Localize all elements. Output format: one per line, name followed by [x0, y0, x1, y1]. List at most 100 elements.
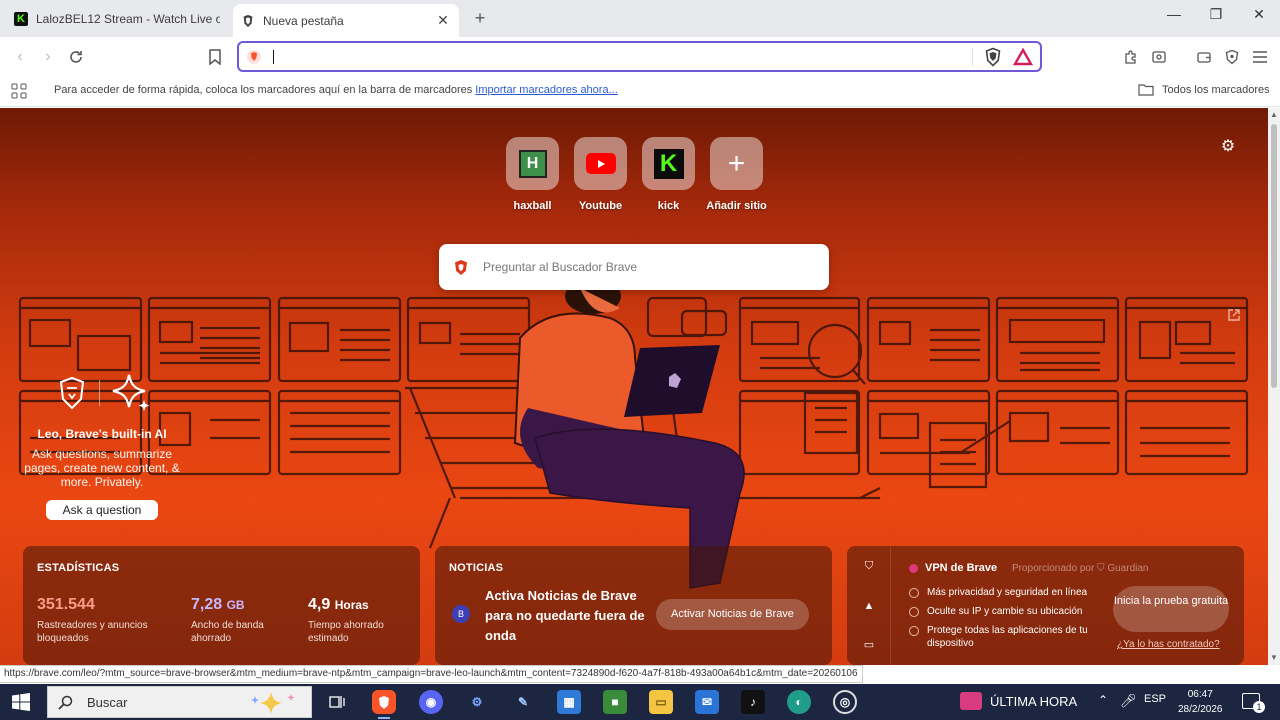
notification-center-icon[interactable]: 1	[1242, 693, 1265, 713]
discord-icon[interactable]: ◉	[419, 690, 443, 714]
app-icon[interactable]: ✎	[511, 690, 535, 714]
divider	[972, 48, 973, 66]
haxball-icon: H	[518, 149, 547, 178]
language-indicator[interactable]: ESP	[1144, 693, 1166, 705]
news-card: NOTICIAS B Activa Noticias de Brave para…	[435, 546, 832, 665]
brave-taskbar-icon[interactable]	[372, 690, 396, 719]
apps-grid-icon[interactable]	[11, 83, 27, 99]
notification-count: 1	[1253, 701, 1265, 713]
brave-lion-icon	[59, 376, 85, 410]
page-scrollbar[interactable]: ▲ ▼	[1268, 108, 1280, 665]
all-bookmarks-button[interactable]: Todos los marcadores	[1138, 83, 1270, 96]
brave-shield-icon	[243, 14, 253, 27]
brave-search-box[interactable]: Preguntar al Buscador Brave	[439, 244, 829, 290]
vpn-button[interactable]	[1220, 45, 1244, 69]
forward-button[interactable]: ›	[36, 45, 60, 69]
brave-shields-icon[interactable]	[983, 47, 1003, 67]
top-sites: H haxball Youtube K kick + Añadir sitio	[505, 137, 767, 212]
youtube-icon	[585, 153, 616, 174]
top-site-haxball[interactable]: H haxball	[505, 137, 560, 212]
stats-card: ESTADÍSTICAS 351.544 Rastreadores y anun…	[23, 546, 420, 665]
top-site-youtube[interactable]: Youtube	[573, 137, 628, 212]
news-widget[interactable]: ÚLTIMA HORA	[960, 692, 1077, 710]
top-site-kick[interactable]: K kick	[641, 137, 696, 212]
vpn-already-subscribed-link[interactable]: ¿Ya lo has contratado?	[1117, 639, 1220, 650]
tab-strip: K LalozBEL12 Stream - Watch Live on Kick…	[0, 0, 1280, 37]
minimize-button[interactable]: —	[1162, 6, 1186, 22]
rewards-widget-icon[interactable]: ▲	[862, 600, 876, 614]
close-tab-icon[interactable]: ✕	[435, 12, 451, 29]
top-site-label: Youtube	[578, 200, 623, 212]
task-view-icon[interactable]	[325, 690, 349, 714]
microphone-icon[interactable]: 🎤︎	[1120, 693, 1137, 709]
new-tab-button[interactable]: +	[470, 8, 490, 29]
top-site-tile	[574, 137, 627, 190]
store-icon[interactable]: ▦	[557, 690, 581, 714]
outlook-icon[interactable]: ✉	[695, 690, 719, 714]
external-link-icon[interactable]	[1227, 308, 1241, 322]
stat-value: 4,9 Horas	[308, 596, 369, 613]
scroll-down-icon[interactable]: ▼	[1270, 653, 1278, 662]
news-header: NOTICIAS	[449, 562, 504, 574]
check-icon	[909, 626, 919, 636]
leo-title: Leo, Brave's built-in AI	[37, 427, 167, 441]
extensions-button[interactable]	[1119, 45, 1143, 69]
menu-button[interactable]	[1248, 45, 1272, 69]
activate-news-button[interactable]: Activar Noticias de Brave	[656, 599, 809, 630]
clock-date: 28/2/2026	[1178, 704, 1223, 715]
vpn-card: ⛉ ▲ ▭ VPN de Brave Proporcionado por ⛉ G…	[847, 546, 1244, 665]
all-bookmarks-label: Todos los marcadores	[1162, 83, 1270, 96]
tab-new-tab[interactable]: Nueva pestaña ✕	[233, 4, 459, 37]
sidebar-search-button[interactable]	[1147, 45, 1171, 69]
bookmarks-bar: Para acceder de forma rápida, coloca los…	[0, 77, 1280, 107]
edge-icon[interactable]: ◐	[787, 690, 811, 714]
tiktok-icon[interactable]: ♪	[741, 690, 765, 714]
windows-start-icon[interactable]	[12, 693, 30, 711]
plus-icon: +	[727, 146, 746, 180]
toolbar: ‹ ›	[0, 37, 1280, 77]
steam-icon[interactable]: ◎	[833, 690, 857, 714]
scroll-up-icon[interactable]: ▲	[1270, 110, 1278, 119]
file-explorer-icon[interactable]: ▭	[649, 690, 673, 714]
settings-app-icon[interactable]: ⚙	[465, 690, 489, 714]
taskbar-search[interactable]: Buscar	[47, 686, 312, 718]
vpn-widget-icon[interactable]: ⛉	[862, 560, 876, 574]
tab-kick-stream[interactable]: K LalozBEL12 Stream - Watch Live on Kick	[6, 4, 228, 33]
ask-question-button[interactable]: Ask a question	[45, 500, 159, 520]
taskbar-search-label: Buscar	[87, 694, 128, 710]
back-button[interactable]: ‹	[8, 45, 32, 69]
vpn-feature: Protege todas las aplicaciones de tu dis…	[909, 624, 1109, 650]
settings-gear-icon[interactable]: ⚙	[1219, 136, 1237, 155]
close-window-button[interactable]: ✕	[1247, 6, 1271, 23]
vpn-features: Más privacidad y seguridad en línea Ocul…	[909, 586, 1109, 656]
new-tab-page: ⚙ H haxball Youtube K kick + Añadir siti…	[0, 108, 1268, 665]
reload-button[interactable]	[64, 45, 88, 69]
talk-widget-icon[interactable]: ▭	[862, 638, 876, 652]
tab-search-icon	[1152, 51, 1166, 63]
vpn-feature: Más privacidad y seguridad en línea	[909, 586, 1109, 599]
address-input[interactable]	[275, 47, 965, 67]
import-bookmarks-link[interactable]: Importar marcadores ahora...	[475, 84, 617, 96]
minecraft-icon[interactable]: ■	[603, 690, 627, 714]
scrollbar-thumb[interactable]	[1271, 124, 1277, 388]
kick-icon: K	[653, 148, 684, 179]
clock[interactable]: 06:47 28/2/2026	[1178, 687, 1223, 717]
puzzle-icon	[1125, 50, 1136, 64]
restore-button[interactable]: ❐	[1204, 6, 1228, 23]
stat-trackers: 351.544 Rastreadores y anuncios bloquead…	[37, 596, 167, 645]
reload-icon	[70, 51, 82, 63]
wallet-button[interactable]	[1192, 45, 1216, 69]
bookmark-button[interactable]	[203, 45, 227, 69]
vpn-trial-button[interactable]: Inicia la prueba gratuita	[1113, 586, 1229, 632]
search-icon	[58, 695, 73, 710]
search-placeholder: Preguntar al Buscador Brave	[483, 260, 638, 274]
address-bar[interactable]	[237, 41, 1042, 72]
stat-time: 4,9 Horas Tiempo ahorrado estimado	[308, 596, 408, 645]
add-site-button[interactable]: + Añadir sitio	[706, 137, 767, 212]
windows-taskbar: Buscar ◉ ⚙ ✎ ▦ ■ ▭ ✉ ♪ ◐ ◎ ÚLTIMA HORA ⌃…	[0, 684, 1280, 720]
kick-icon: K	[14, 11, 28, 26]
hamburger-icon	[1253, 51, 1267, 63]
brave-rewards-icon[interactable]	[1013, 47, 1033, 67]
show-hidden-icons[interactable]: ⌃	[1098, 693, 1108, 707]
vpn-feature: Oculte su IP y cambie su ubicación	[909, 605, 1109, 618]
